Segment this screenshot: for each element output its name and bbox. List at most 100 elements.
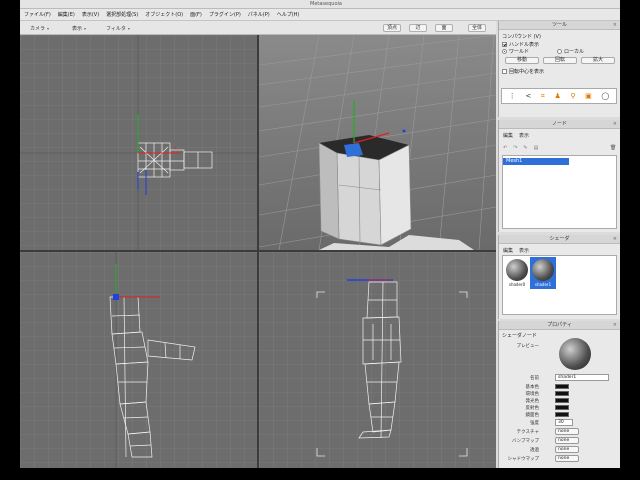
node-toolbar: ↶ ↷ ✎ ▤ xyxy=(503,145,538,151)
tool-icon-bar: ⋮ < ⌗ ♟ ⚲ ▣ ◯ xyxy=(501,88,617,104)
chevron-down-icon: ▾ xyxy=(127,25,130,31)
texture-select[interactable]: none xyxy=(555,428,579,435)
preview-label: プレビュー xyxy=(516,344,540,349)
menu-selection[interactable]: 選択部処理(S) xyxy=(106,11,138,18)
handle-checkbox[interactable] xyxy=(502,42,507,47)
property-panel-title: プロパティ xyxy=(547,322,572,328)
close-icon[interactable]: × xyxy=(613,21,617,30)
pivot-checkbox[interactable] xyxy=(502,69,507,74)
shader-tab-view[interactable]: 表示 xyxy=(519,247,529,254)
shader-panel-title: シェーダ xyxy=(549,236,570,242)
vertex-mode-button[interactable]: 頂点 xyxy=(383,24,401,32)
world-radio[interactable] xyxy=(502,49,507,54)
all-mode-button[interactable]: 全体 xyxy=(468,24,486,32)
redo-icon[interactable]: ↷ xyxy=(513,145,517,151)
chevron-down-icon: ▾ xyxy=(84,25,87,31)
close-icon[interactable]: × xyxy=(613,120,617,129)
share-icon[interactable]: < xyxy=(525,92,531,100)
color-swatch-2[interactable] xyxy=(555,398,569,403)
shader-thumbnail-0[interactable] xyxy=(506,259,528,281)
shader-panel: シェーダ × 編集 表示 shader0 shader1 xyxy=(498,235,620,319)
color-swatch-4[interactable] xyxy=(555,412,569,417)
display-dropdown-label: 表示 xyxy=(72,25,83,32)
close-icon[interactable]: × xyxy=(613,321,617,330)
node-tabs: 編集 表示 xyxy=(503,132,529,139)
face-mode-button[interactable]: 面 xyxy=(435,24,453,32)
local-label: ローカル xyxy=(564,49,585,55)
rotate-button[interactable]: 回転 xyxy=(543,57,577,64)
bump-select[interactable]: none xyxy=(555,437,579,444)
menu-help[interactable]: ヘルプ(H) xyxy=(277,11,300,18)
viewport-top-canvas: x y xyxy=(20,35,257,250)
node-item-selected[interactable]: Mesh1 xyxy=(503,158,569,165)
pivot-label: 回転中心を表示 xyxy=(509,69,545,75)
color-swatch-0[interactable] xyxy=(555,384,569,389)
node-item-label: Mesh1 xyxy=(506,158,523,164)
lasso-icon[interactable]: ◯ xyxy=(601,92,609,100)
node-panel-header: ノード × xyxy=(499,120,620,129)
alpha-select[interactable]: none xyxy=(555,446,579,453)
value-label: 強度 xyxy=(530,421,539,426)
edge-mode-button[interactable]: 辺 xyxy=(409,24,427,32)
chevron-down-icon: ▾ xyxy=(47,25,50,31)
pivot-option[interactable]: 回転中心を表示 xyxy=(502,68,544,75)
menu-bar: ファイル(F) 編集(E) 表示(V) 選択部処理(S) オブジェクト(O) 面… xyxy=(20,9,620,21)
display-dropdown[interactable]: 表示 ▾ xyxy=(72,24,86,32)
viewport-top[interactable]: x y xyxy=(20,35,257,250)
shader-panel-header: シェーダ × xyxy=(499,235,620,244)
local-radio[interactable] xyxy=(557,49,562,54)
viewport-perspective-canvas xyxy=(259,35,496,250)
env-label: シャドウマップ xyxy=(507,457,540,462)
color-swatch-3[interactable] xyxy=(555,405,569,410)
texture-label: テクスチャ xyxy=(516,430,539,435)
shader-list[interactable]: shader0 shader1 xyxy=(502,255,617,315)
menu-view[interactable]: 表示(V) xyxy=(82,11,99,18)
title-bar: Metasequoia xyxy=(20,0,620,9)
menu-plugin[interactable]: プラグイン(P) xyxy=(209,11,241,18)
menu-file[interactable]: ファイル(F) xyxy=(24,11,51,18)
shader-tab-edit[interactable]: 編集 xyxy=(503,247,513,254)
value-field[interactable]: 30 xyxy=(555,419,573,426)
trash-icon[interactable]: 🗑 xyxy=(610,145,616,151)
viewport-perspective[interactable] xyxy=(259,35,496,250)
menu-panel[interactable]: パネル(P) xyxy=(248,11,270,18)
handle-label: ハンドル表示 xyxy=(509,42,540,48)
bone-icon[interactable]: ⚲ xyxy=(570,92,575,100)
cursor-icon[interactable]: ⋮ xyxy=(509,92,516,100)
property-section: シェーダノード xyxy=(502,333,537,339)
figure-icon[interactable]: ♟ xyxy=(554,92,560,100)
scale-button[interactable]: 拡大 xyxy=(581,57,615,64)
close-icon[interactable]: × xyxy=(613,235,617,244)
world-option[interactable]: ワールド xyxy=(502,48,529,55)
view-dropdown[interactable]: カメラ ▾ xyxy=(30,24,49,32)
transform-icon[interactable]: ⌗ xyxy=(541,92,545,101)
node-tab-view[interactable]: 表示 xyxy=(519,132,529,139)
local-option[interactable]: ローカル xyxy=(557,48,584,55)
node-tab-edit[interactable]: 編集 xyxy=(503,132,513,139)
property-panel-header: プロパティ × xyxy=(499,321,620,330)
menu-object[interactable]: オブジェクト(O) xyxy=(145,11,183,18)
menu-face[interactable]: 面(F) xyxy=(190,11,202,18)
viewport-front-canvas xyxy=(20,252,257,468)
layers-icon[interactable]: ▤ xyxy=(534,145,539,151)
tool-panel-title: ツール xyxy=(551,22,567,28)
handle-option[interactable]: ハンドル表示 xyxy=(502,41,539,48)
filter-dropdown[interactable]: フィルタ ▾ xyxy=(106,24,130,32)
undo-icon[interactable]: ↶ xyxy=(503,145,507,151)
color-label-4: 鏡面色 xyxy=(525,413,540,418)
viewport-side[interactable] xyxy=(259,252,496,468)
viewport-front[interactable] xyxy=(20,252,257,468)
viewport-divider-horizontal[interactable] xyxy=(20,250,496,252)
color-label-2: 発光色 xyxy=(525,399,540,404)
tool-panel-header: ツール × xyxy=(499,21,620,30)
highlight-icon[interactable]: ▣ xyxy=(585,92,592,100)
menu-edit[interactable]: 編集(E) xyxy=(58,11,75,18)
color-swatch-1[interactable] xyxy=(555,391,569,396)
name-field[interactable]: shader1 xyxy=(555,374,609,381)
node-list[interactable]: Mesh1 xyxy=(502,155,617,229)
shader-preview xyxy=(559,338,591,370)
move-button[interactable]: 移動 xyxy=(505,57,539,64)
env-select[interactable]: none xyxy=(555,455,579,462)
edit-icon[interactable]: ✎ xyxy=(523,145,527,151)
shader-thumbnail-1[interactable] xyxy=(532,259,554,281)
